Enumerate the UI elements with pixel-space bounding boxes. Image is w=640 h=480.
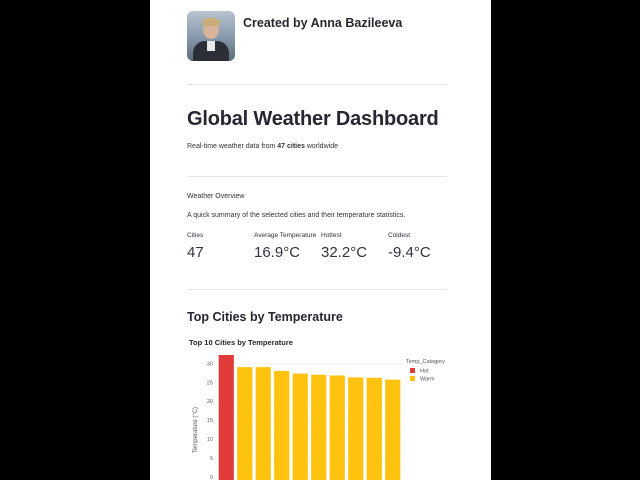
legend-title: Temp_Category (406, 359, 445, 365)
metric-label: Coldest (388, 232, 411, 239)
metric-coldest: Coldest -9.4°C (388, 232, 431, 261)
legend-swatch (410, 368, 415, 373)
metric-value: -9.4°C (388, 244, 431, 261)
metric-label: Cities (187, 232, 204, 239)
divider (187, 289, 447, 290)
metric-value: 47 (187, 244, 204, 261)
y-tick-label: 15 (207, 418, 213, 424)
subtitle-bold: 47 cities (277, 143, 305, 150)
y-tick-label: 5 (210, 456, 213, 462)
metric-label: Hottest (321, 232, 342, 239)
bar (366, 377, 382, 480)
subtitle-suffix: worldwide (304, 143, 338, 150)
page-subtitle: Real-time weather data from 47 cities wo… (187, 143, 338, 150)
metric-value: 16.9°C (254, 244, 301, 261)
bar (329, 375, 345, 480)
metric-value: 32.2°C (321, 244, 368, 261)
overview-description: A quick summary of the selected cities a… (187, 212, 406, 219)
bar (255, 367, 271, 480)
page-title: Global Weather Dashboard (187, 108, 439, 130)
y-ticks: 0 5 10 15 20 25 30 (207, 361, 213, 480)
divider (187, 84, 447, 85)
author-name: Created by Anna Bazileeva (243, 16, 403, 30)
bar (237, 367, 253, 480)
y-tick-label: 0 (210, 475, 213, 480)
author-block: Created by Anna Bazileeva (187, 11, 402, 61)
bar (311, 374, 327, 480)
y-axis-label: Temperature (°C) (193, 407, 199, 453)
bar (218, 355, 234, 480)
divider (187, 176, 447, 177)
y-tick-label: 20 (207, 399, 213, 405)
overview-label: Weather Overview (187, 193, 245, 200)
section-title: Top Cities by Temperature (187, 310, 343, 324)
main-content: Created by Anna Bazileeva Global Weather… (150, 0, 491, 480)
bar (292, 373, 308, 480)
legend-label: Warm (420, 377, 435, 383)
legend-label: Hot (420, 369, 429, 375)
chart-svg: Top 10 Cities by Temperature Temperature… (189, 338, 445, 480)
subtitle-prefix: Real-time weather data from (187, 143, 278, 150)
avatar (187, 11, 235, 61)
metric-hottest: Hottest 32.2°C (321, 232, 367, 261)
bar (348, 377, 364, 480)
bars (218, 355, 401, 480)
metric-cities: Cities 47 (187, 232, 204, 261)
metric-average-temperature: Average Temperature 16.9°C (254, 232, 316, 261)
y-tick-label: 10 (207, 437, 213, 443)
legend: Temp_Category Hot Warm (406, 359, 445, 383)
y-tick-label: 25 (207, 380, 213, 386)
metric-label: Average Temperature (254, 232, 317, 239)
legend-swatch (410, 376, 415, 381)
bar (385, 379, 401, 480)
temperature-chart: Top 10 Cities by Temperature Temperature… (187, 334, 487, 480)
bar (274, 370, 290, 480)
y-tick-label: 30 (207, 361, 213, 367)
chart-title: Top 10 Cities by Temperature (189, 338, 293, 347)
